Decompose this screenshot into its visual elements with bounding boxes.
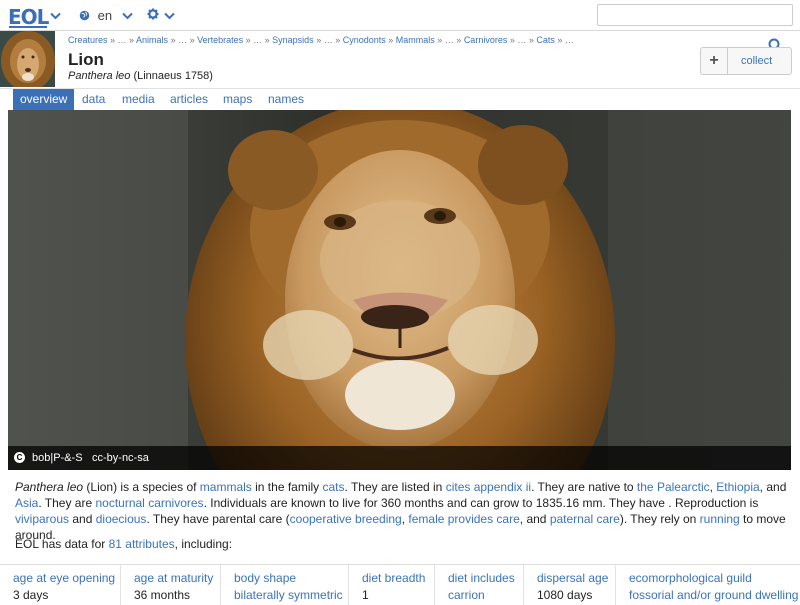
chevron-down-icon <box>122 12 133 20</box>
logo-menu-chevron[interactable] <box>50 8 61 23</box>
page-tabs: overview data media articles maps names <box>0 88 800 111</box>
breadcrumb-ellipsis[interactable]: … <box>118 35 127 45</box>
link-ethiopia[interactable]: Ethiopia <box>716 480 759 494</box>
attribute-card[interactable]: age at maturity 36 months <box>120 565 220 605</box>
summary-text: . They are native to <box>531 480 637 494</box>
attributes-count-link[interactable]: 81 attributes <box>109 537 175 551</box>
attribute-name[interactable]: diet includes <box>448 571 523 585</box>
summary-text: . Individuals are known to live for 360 … <box>203 496 759 510</box>
top-bar: EOL en <box>0 0 800 31</box>
link-female-provides-care[interactable]: female provides care <box>408 512 519 526</box>
breadcrumb-ellipsis[interactable]: … <box>565 35 574 45</box>
attribute-strip: age at eye opening 3 days age at maturit… <box>0 564 800 605</box>
link-asia[interactable]: Asia <box>15 496 38 510</box>
data-intro-prefix: EOL has data for <box>15 537 109 551</box>
attribute-card[interactable]: body shape bilaterally symmetric <box>220 565 348 605</box>
link-nocturnal[interactable]: nocturnal <box>95 496 144 510</box>
tab-maps[interactable]: maps <box>216 89 259 111</box>
attribute-card[interactable]: ecomorphological guild fossorial and/or … <box>615 565 800 605</box>
breadcrumb-item[interactable]: Cynodonts <box>343 35 386 45</box>
link-cites[interactable]: cites appendix ii <box>446 480 531 494</box>
summary-text: (Lion) is a species of <box>83 480 200 494</box>
breadcrumb-item[interactable]: Carnivores <box>464 35 508 45</box>
logo-underline <box>9 26 48 28</box>
gear-icon <box>147 8 159 20</box>
attribute-card[interactable]: age at eye opening 3 days <box>0 565 120 605</box>
attribute-name[interactable]: age at maturity <box>134 571 220 585</box>
plus-icon: + <box>701 48 728 74</box>
species-summary: Panthera leo (Lion) is a species of mamm… <box>15 479 790 543</box>
tab-names[interactable]: names <box>261 89 311 111</box>
attribute-name[interactable]: diet breadth <box>362 571 434 585</box>
breadcrumb-item[interactable]: Creatures <box>68 35 108 45</box>
search-input[interactable] <box>597 4 793 26</box>
breadcrumb-item[interactable]: Animals <box>136 35 168 45</box>
collect-button[interactable]: + collect <box>700 47 792 75</box>
credit-license[interactable]: cc-by-nc-sa <box>92 446 149 470</box>
chevron-down-icon <box>50 12 61 20</box>
breadcrumb-item[interactable]: Vertebrates <box>197 35 243 45</box>
attribute-card[interactable]: diet breadth 1 <box>348 565 434 605</box>
summary-sci-name: Panthera leo <box>15 480 84 494</box>
summary-text: . They have parental care ( <box>146 512 290 526</box>
breadcrumb-item[interactable]: Mammals <box>396 35 435 45</box>
link-palearctic[interactable]: the Palearctic <box>637 480 710 494</box>
attribute-card[interactable]: dispersal age 1080 days <box>523 565 615 605</box>
cc-icon: C <box>14 452 25 463</box>
language-selector[interactable]: en <box>79 8 133 23</box>
tab-media[interactable]: media <box>115 89 162 111</box>
chevron-down-icon <box>163 12 175 20</box>
attribute-card[interactable]: diet includes carrion <box>434 565 523 605</box>
tab-overview[interactable]: overview <box>13 89 75 111</box>
summary-text: and <box>69 512 96 526</box>
authority: (Linnaeus 1758) <box>133 70 213 82</box>
link-carnivores[interactable]: carnivores <box>148 496 203 510</box>
summary-text: in the family <box>251 480 323 494</box>
summary-text: ). They rely on <box>619 512 700 526</box>
breadcrumb-ellipsis[interactable]: … <box>253 35 262 45</box>
link-cooperative-breeding[interactable]: cooperative breeding <box>290 512 402 526</box>
scientific-name-text: Panthera leo <box>68 70 131 82</box>
eol-logo[interactable]: EOL <box>8 5 49 29</box>
data-intro: EOL has data for 81 attributes, includin… <box>15 537 232 551</box>
breadcrumb-item[interactable]: Cats <box>536 35 555 45</box>
settings-menu[interactable] <box>147 8 175 23</box>
breadcrumb-ellipsis[interactable]: … <box>517 35 526 45</box>
globe-icon <box>79 10 90 21</box>
breadcrumb: Creatures » … » Animals » … » Vertebrate… <box>68 35 574 45</box>
page-title: Lion <box>68 50 104 69</box>
breadcrumb-item[interactable]: Synapsids <box>272 35 314 45</box>
image-credit: C bob|P-&-S cc-by-nc-sa <box>8 446 791 470</box>
tab-data[interactable]: data <box>75 89 112 111</box>
breadcrumb-ellipsis[interactable]: … <box>178 35 187 45</box>
scientific-name: Panthera leo (Linnaeus 1758) <box>68 70 213 82</box>
language-label: en <box>97 8 113 23</box>
tab-articles[interactable]: articles <box>163 89 215 111</box>
attribute-name[interactable]: age at eye opening <box>13 571 120 585</box>
taxon-header: Creatures » … » Animals » … » Vertebrate… <box>0 31 800 88</box>
collect-label: collect <box>741 55 773 67</box>
link-running[interactable]: running <box>700 512 740 526</box>
link-cats[interactable]: cats <box>323 480 345 494</box>
attribute-name[interactable]: dispersal age <box>537 571 615 585</box>
data-intro-suffix: , including: <box>174 537 233 551</box>
link-dioecious[interactable]: dioecious <box>96 512 147 526</box>
credit-author[interactable]: bob|P-&-S <box>32 446 83 470</box>
hero-image[interactable] <box>8 110 791 470</box>
link-paternal-care[interactable]: paternal care <box>550 512 620 526</box>
summary-text: , and <box>759 480 787 494</box>
attribute-name[interactable]: ecomorphological guild <box>629 571 800 585</box>
breadcrumb-ellipsis[interactable]: … <box>324 35 333 45</box>
summary-text: . They are <box>38 496 96 510</box>
link-viviparous[interactable]: viviparous <box>15 512 69 526</box>
summary-text: . They are listed in <box>344 480 446 494</box>
breadcrumb-ellipsis[interactable]: … <box>445 35 454 45</box>
taxon-thumbnail[interactable] <box>0 31 55 87</box>
link-mammals[interactable]: mammals <box>200 480 252 494</box>
attribute-name[interactable]: body shape <box>234 571 348 585</box>
summary-text: , and <box>519 512 550 526</box>
